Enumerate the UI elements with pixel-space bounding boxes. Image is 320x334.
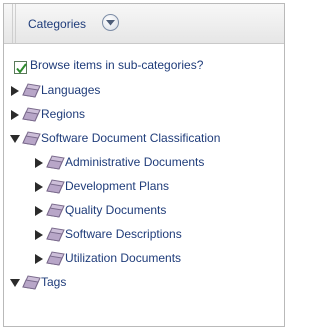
tree-item-regions[interactable]: Regions	[41, 107, 85, 121]
expand-arrow-icon[interactable]	[10, 110, 20, 120]
expand-arrow-icon[interactable]	[34, 206, 44, 216]
categories-dropdown-button[interactable]	[102, 14, 119, 31]
tree-item-software-document-classification[interactable]: Software Document Classification	[41, 131, 220, 145]
tree-item-utilization-documents[interactable]: Utilization Documents	[65, 251, 181, 265]
category-folder-icon	[22, 107, 41, 122]
category-folder-icon	[46, 203, 65, 218]
checkmark-icon	[16, 63, 27, 74]
category-folder-icon	[46, 227, 65, 242]
expand-arrow-icon[interactable]	[34, 158, 44, 168]
categories-panel: Categories Browse items in sub-categorie…	[3, 3, 285, 327]
category-folder-icon	[22, 131, 41, 146]
browse-subcategories-label: Browse items in sub-categories?	[30, 58, 204, 72]
category-folder-icon	[22, 275, 41, 290]
expand-arrow-icon[interactable]	[34, 230, 44, 240]
expand-arrow-icon[interactable]	[34, 254, 44, 264]
tree-item-software-descriptions[interactable]: Software Descriptions	[65, 227, 182, 241]
category-folder-icon	[46, 179, 65, 194]
tree-item-development-plans[interactable]: Development Plans	[65, 179, 169, 193]
header-divider	[12, 4, 13, 43]
category-folder-icon	[46, 155, 65, 170]
category-folder-icon	[22, 83, 41, 98]
browse-subcategories-checkbox[interactable]	[14, 61, 27, 74]
category-folder-icon	[46, 251, 65, 266]
chevron-down-icon	[106, 20, 115, 26]
tree-item-tags[interactable]: Tags	[41, 275, 66, 289]
tree-item-languages[interactable]: Languages	[41, 83, 100, 97]
collapse-arrow-icon[interactable]	[10, 278, 20, 288]
panel-header: Categories	[4, 4, 284, 44]
expand-arrow-icon[interactable]	[10, 86, 20, 96]
collapse-arrow-icon[interactable]	[10, 134, 20, 144]
tree-item-quality-documents[interactable]: Quality Documents	[65, 203, 166, 217]
panel-title: Categories	[28, 17, 87, 31]
header-divider	[15, 4, 16, 43]
expand-arrow-icon[interactable]	[34, 182, 44, 192]
tree-item-administrative-documents[interactable]: Administrative Documents	[65, 155, 204, 169]
